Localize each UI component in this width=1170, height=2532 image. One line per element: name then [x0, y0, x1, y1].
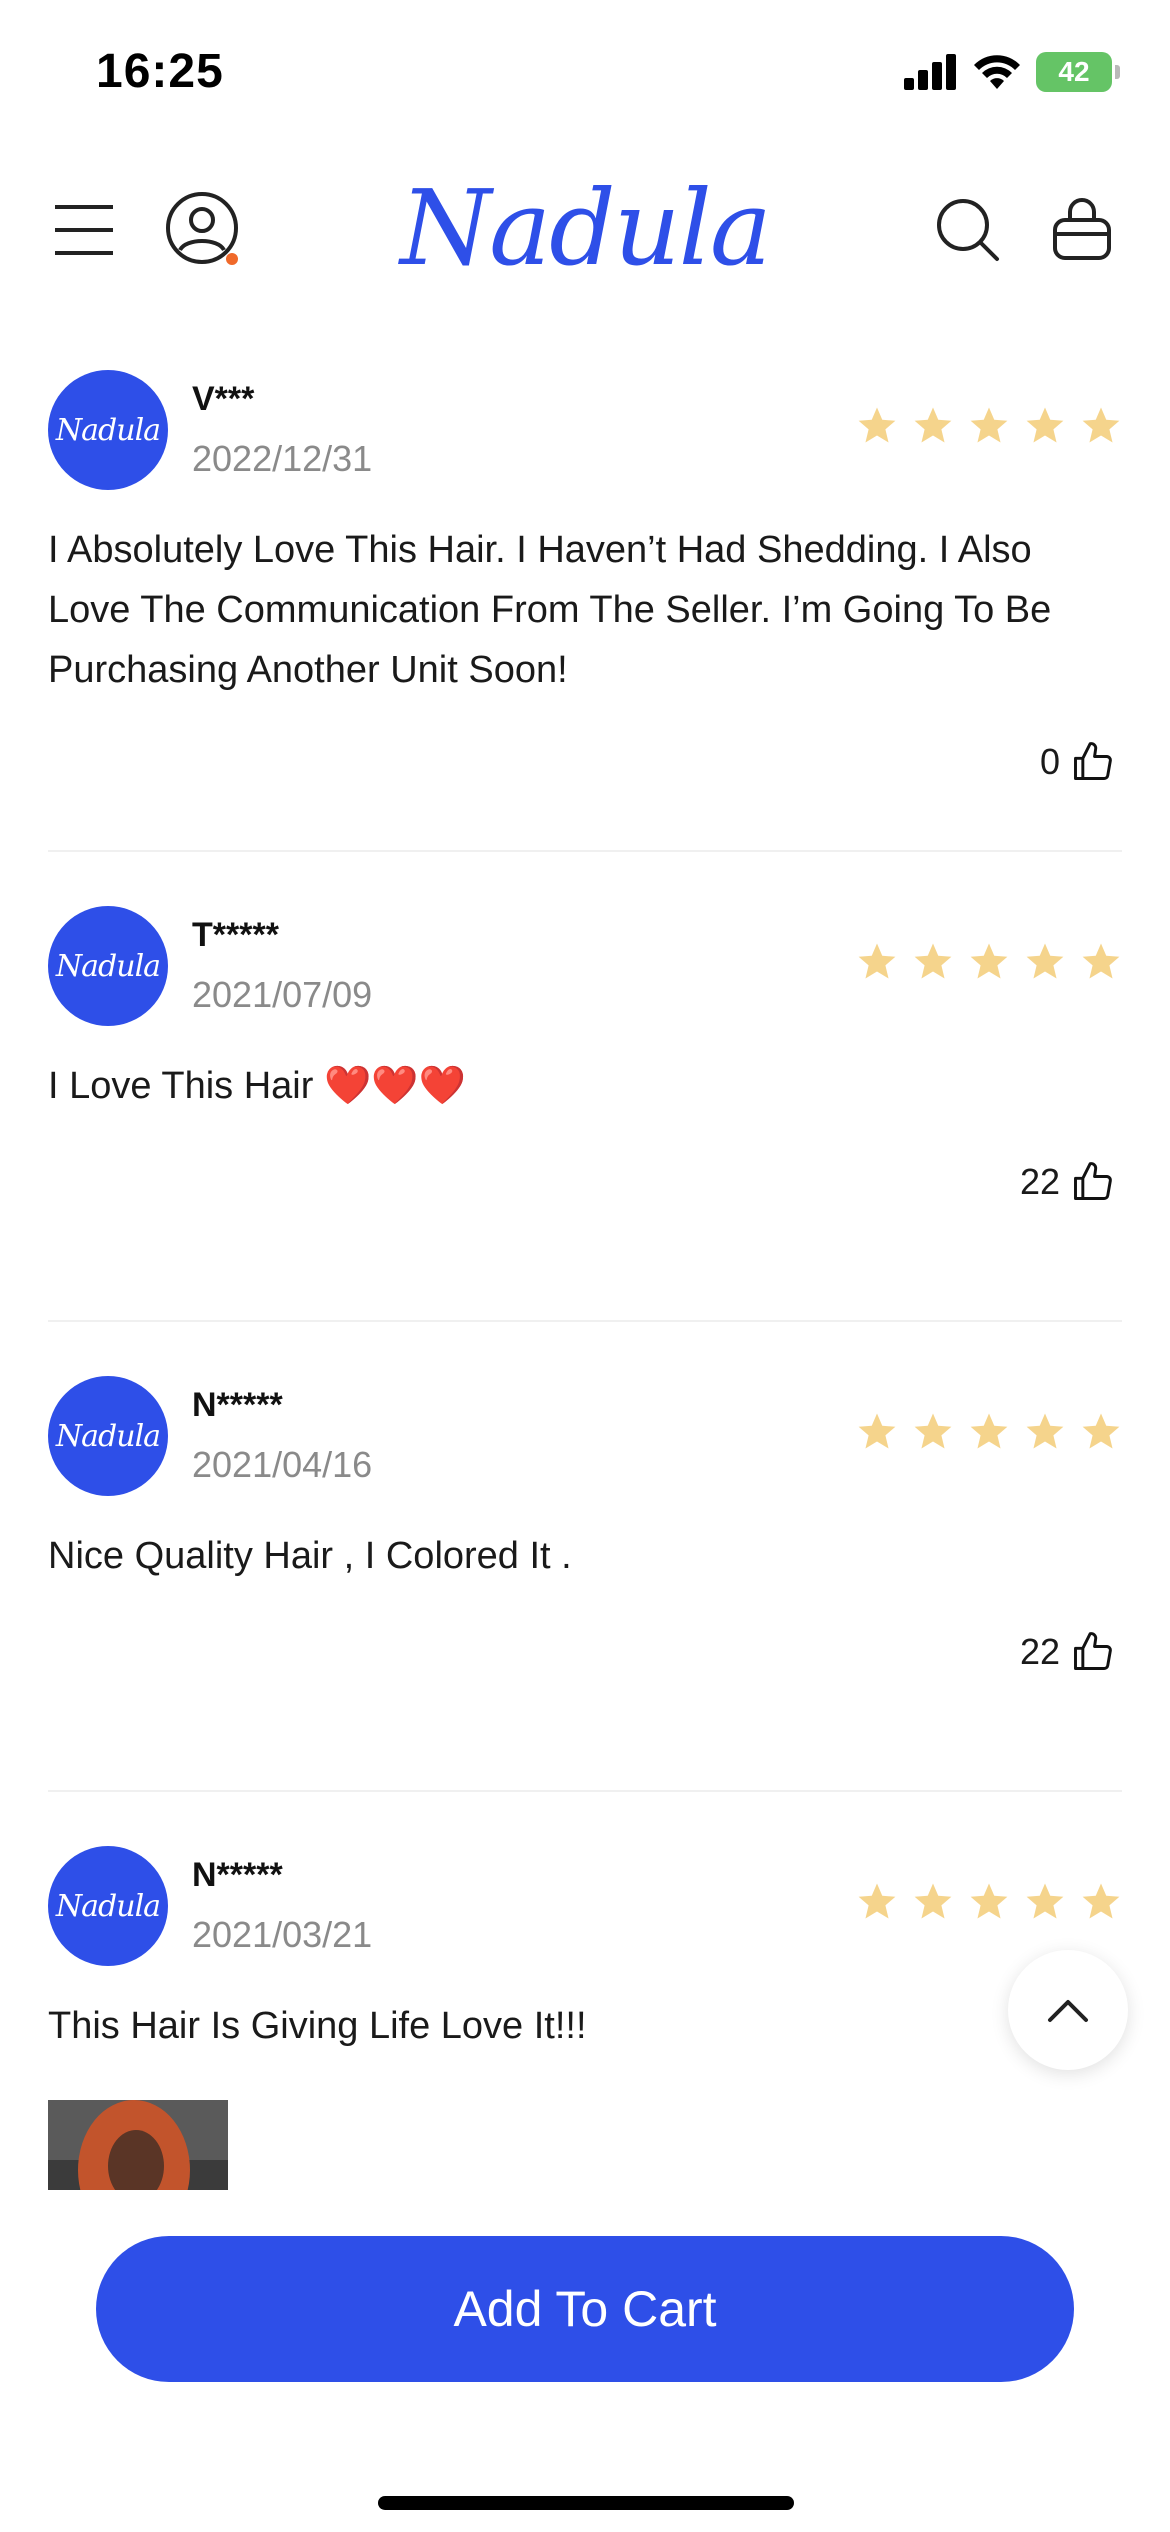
star-icon: [970, 1883, 1008, 1919]
star-icon: [1082, 1413, 1120, 1449]
bottom-cta-bar: Add To Cart: [0, 2190, 1170, 2532]
reviewer-avatar: Nadula: [48, 1376, 168, 1496]
star-icon: [914, 407, 952, 443]
review-date: 2021/04/16: [192, 1444, 373, 1485]
status-bar: 16:25 42: [0, 0, 1170, 150]
user-icon: [166, 192, 238, 265]
reviewer-name: T*****: [192, 916, 279, 954]
reviews-list: Nadula V*** 2022/12/31 I Absolutely Love…: [48, 360, 1122, 2256]
review-text: Nice Quality Hair , I Colored It .: [48, 1535, 572, 1577]
reviewer-name: N*****: [192, 1386, 283, 1424]
status-icons: 42: [904, 52, 1120, 92]
reviewer-name: N*****: [192, 1856, 283, 1894]
star-rating: [856, 1880, 1122, 1922]
like-count: 22: [1019, 1631, 1060, 1672]
review-item: Nadula N***** 2021/04/16 Nice Quality Ha…: [48, 1366, 1122, 1792]
star-icon: [1082, 943, 1120, 979]
star-icon: [914, 943, 952, 979]
scroll-to-top-button[interactable]: [1008, 1950, 1128, 2070]
star-icon: [858, 407, 896, 443]
reviewer-avatar: Nadula: [48, 370, 168, 490]
menu-button[interactable]: [44, 190, 124, 270]
star-icon: [1026, 943, 1064, 979]
wifi-icon: [974, 55, 1020, 89]
nadula-logo[interactable]: Nadula: [400, 167, 772, 289]
star-icon: [970, 1413, 1008, 1449]
like-button[interactable]: 22: [1020, 1160, 1114, 1204]
chevron-up-icon: [1048, 2000, 1088, 2022]
like-button[interactable]: 0: [1040, 740, 1114, 784]
review-date: 2021/03/21: [192, 1914, 373, 1955]
review-item: Nadula V*** 2022/12/31 I Absolutely Love…: [48, 360, 1122, 852]
star-icon: [858, 943, 896, 979]
reviewer-name: V***: [192, 380, 255, 418]
star-icon: [970, 943, 1008, 979]
star-icon: [858, 1413, 896, 1449]
star-icon: [1082, 407, 1120, 443]
review-text: This Hair Is Giving Life Love It!!!: [48, 2005, 587, 2047]
star-icon: [1026, 407, 1064, 443]
star-icon: [914, 1413, 952, 1449]
star-icon: [1026, 1883, 1064, 1919]
star-icon: [1082, 1883, 1120, 1919]
notification-dot: [226, 253, 238, 265]
thumbs-up-icon: [1074, 1632, 1112, 1670]
review-text: I Love This Hair ❤️❤️❤️: [48, 1065, 466, 1107]
battery-icon: 42: [1036, 52, 1120, 92]
home-indicator: [378, 2496, 794, 2510]
star-rating: [856, 940, 1122, 982]
reviewer-avatar: Nadula: [48, 1846, 168, 1966]
search-icon: [937, 199, 999, 261]
star-icon: [1026, 1413, 1064, 1449]
search-button[interactable]: [928, 190, 1008, 270]
like-button[interactable]: 22: [1020, 1630, 1114, 1674]
shopping-bag-icon: [1053, 198, 1111, 260]
star-icon: [970, 407, 1008, 443]
account-button[interactable]: [164, 190, 244, 270]
star-icon: [914, 1883, 952, 1919]
battery-level: 42: [1058, 56, 1090, 87]
star-rating: [856, 1410, 1122, 1452]
hamburger-menu-icon: [55, 205, 113, 255]
star-rating: [856, 404, 1122, 446]
review-text: I Absolutely Love This Hair. I Haven’t H…: [48, 529, 1052, 691]
like-count: 0: [1039, 741, 1060, 782]
review-item: Nadula T***** 2021/07/09 I Love This Hai…: [48, 896, 1122, 1322]
cart-button[interactable]: [1042, 190, 1122, 270]
star-icon: [858, 1883, 896, 1919]
status-time: 16:25: [96, 45, 224, 98]
thumbs-up-icon: [1074, 1162, 1112, 1200]
top-nav: Nadula: [0, 160, 1170, 290]
thumbs-up-icon: [1074, 742, 1112, 780]
review-date: 2021/07/09: [192, 974, 373, 1015]
like-count: 22: [1019, 1161, 1060, 1202]
reviewer-avatar: Nadula: [48, 906, 168, 1026]
add-to-cart-button[interactable]: Add To Cart: [96, 2236, 1074, 2382]
cellular-signal-icon: [904, 54, 956, 90]
review-date: 2022/12/31: [192, 438, 373, 479]
